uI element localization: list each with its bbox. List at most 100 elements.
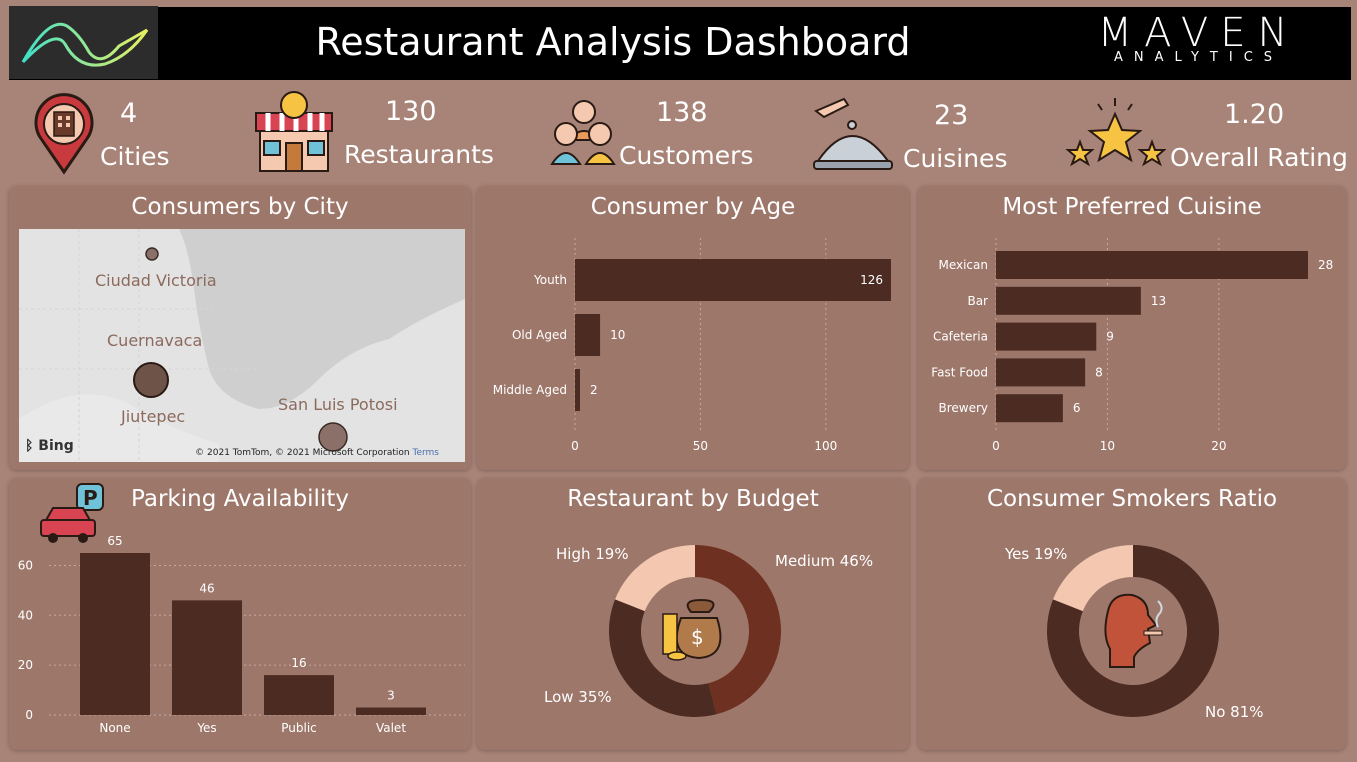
maven-logo-sub: ANALYTICS [1113,50,1284,65]
bing-label: Bing [38,438,74,454]
map-city-label: Cuernavaca [107,331,203,350]
smokers-label-no: No 81% [1205,703,1264,721]
y-category-label: Cafeteria [933,330,988,344]
kpi-customers-label: Customers [619,141,754,170]
x-tick-label: 20 [1211,439,1226,453]
bar [575,259,891,301]
bar [996,394,1063,423]
x-tick-label: 100 [814,439,837,453]
svg-text:$: $ [691,625,704,649]
data-label: 28 [1318,258,1333,272]
x-category-label: Valet [376,721,406,735]
kpi-restaurants-value: 130 [385,96,437,127]
kpi-cities-label: Cities [100,142,170,171]
parking-bar-chart: 0 20 40 60 65 None 46 Yes 16 Public 3 Valet [18,534,465,735]
y-category-label: Youth [533,273,567,287]
x-tick-label: 0 [571,439,579,453]
card-smokers-ratio: Consumer Smokers Ratio No 81% Yes 19% [918,478,1346,750]
card-restaurant-by-budget: Restaurant by Budget $ Medium 46% Low 35… [477,478,909,750]
map-city-label: Jiutepec [121,407,186,426]
bar [996,358,1086,387]
bar [996,286,1141,315]
header-bar: Restaurant Analysis Dashboard MAVEN ANAL… [9,7,1351,80]
bar [996,322,1097,351]
kpi-cuisines-value: 23 [934,100,969,131]
y-tick-label: 20 [18,658,33,672]
kpi-rating: 1.20 Overall Rating [1064,88,1348,178]
bar [575,314,601,356]
restaurant-icon [255,91,333,172]
x-tick-label: 10 [1100,439,1115,453]
y-category-label: Bar [967,294,988,308]
copyright-text: © 2021 TomTom, © 2021 Microsoft Corporat… [195,448,410,458]
bing-b-icon: ᛒ [25,438,39,454]
terms-link[interactable]: Terms [412,448,439,458]
wave-logo-icon [21,22,149,67]
bar [264,675,334,715]
budget-label-high: High 19% [556,545,629,563]
data-label: 46 [199,581,214,595]
kpi-rating-label: Overall Rating [1170,143,1348,172]
bar [80,553,150,715]
card-parking-availability: Parking Availability P 0 20 40 60 65 None 46 Ye… [9,478,471,750]
data-label: 126 [860,273,883,287]
bing-logo: ᛒ Bing [25,438,74,454]
kpi-restaurants: 130 Restaurants [252,88,494,178]
map-city-label: San Luis Potosi [278,395,398,414]
x-tick-label: 50 [693,439,708,453]
card-preferred-cuisine: Most Preferred Cuisine 0 10 20 Mexican 28 Bar… [918,186,1346,470]
x-category-label: Yes [196,721,216,735]
kpi-rating-value: 1.20 [1224,99,1285,130]
y-tick-label: 0 [25,708,33,722]
kpi-cities-value: 4 [120,98,138,129]
data-label: 6 [1073,401,1081,415]
budget-label-low: Low 35% [544,688,612,706]
card-consumer-by-age: Consumer by Age 0 50 100 Youth 126 Old Aged 10… [477,186,909,470]
budget-label-medium: Medium 46% [775,552,874,570]
kpi-customers: 138 Customers [548,88,753,178]
kpi-cuisines-label: Cuisines [903,144,1008,173]
data-label: 3 [387,689,395,703]
page-title: Restaurant Analysis Dashboard [315,20,911,64]
x-category-label: Public [281,721,317,735]
y-category-label: Brewery [938,401,988,415]
y-category-label: Mexican [938,258,988,272]
city-bubble-san-luis-potosi[interactable] [318,422,348,452]
y-tick-label: 60 [18,558,33,572]
data-label: 13 [1151,294,1166,308]
stars-icon [1065,98,1166,167]
kpi-customers-value: 138 [656,97,708,128]
map-city-label: Ciudad Victoria [95,271,217,290]
money-bag-icon: $ [662,598,722,661]
kpi-restaurants-label: Restaurants [344,140,494,169]
customers-icon [550,100,616,165]
smoker-head-icon [1104,593,1163,668]
city-map[interactable]: Ciudad Victoria Cuernavaca Jiutepec San … [19,229,465,462]
cuisine-bar-chart: 0 10 20 Mexican 28 Bar 13 Cafeteria 9 Fast Food 8 B… [931,238,1333,453]
y-tick-label: 40 [18,608,33,622]
smokers-label-yes: Yes 19% [1005,545,1068,563]
city-bubbles [133,247,348,452]
bar [575,369,581,411]
x-tick-label: 0 [992,439,1000,453]
data-label: 8 [1095,365,1103,379]
data-label: 2 [590,383,598,397]
data-label: 10 [610,328,625,342]
city-bubble-cuernavaca[interactable] [133,362,169,398]
app-logo [9,6,158,79]
data-label: 9 [1106,330,1114,344]
x-category-label: None [99,721,130,735]
bar [172,600,242,715]
bar [996,251,1308,279]
cloche-icon [813,97,893,170]
data-label: 16 [291,656,306,670]
city-bubble-ciudad-victoria[interactable] [145,247,159,261]
y-category-label: Middle Aged [493,383,567,397]
data-label: 65 [107,534,122,548]
age-bar-chart: 0 50 100 Youth 126 Old Aged 10 Middle Aged 2 [493,238,891,453]
card-title-consumers-by-city: Consumers by City [131,194,349,220]
kpi-cities: 4 Cities [30,88,200,178]
y-category-label: Old Aged [512,328,567,342]
y-category-label: Fast Food [931,365,988,379]
maven-logo: MAVEN ANALYTICS [1046,7,1351,80]
